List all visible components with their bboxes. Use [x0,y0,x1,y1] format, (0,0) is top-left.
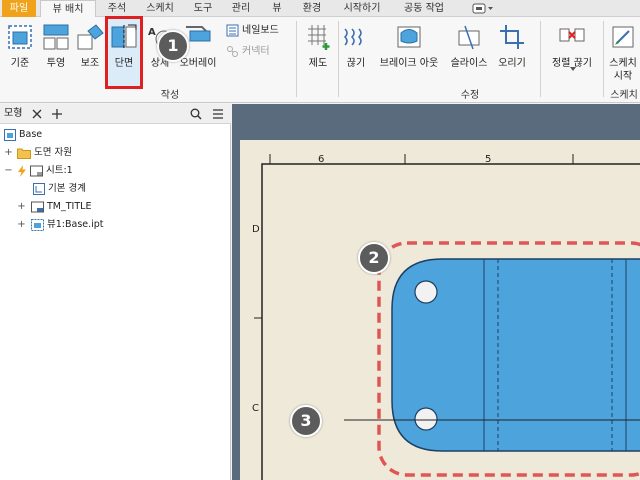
auxiliary-view-icon [77,24,104,50]
tree-item-label: 뷰1:Base.ipt [47,219,104,230]
draft-view-icon [308,25,330,50]
modify-panel-label: 수정 [460,90,480,101]
sheet-icon [30,165,43,176]
slice-icon [458,25,480,50]
part-hole [414,280,438,304]
tab-file[interactable]: 파일 [2,0,36,17]
browser-title: 모형 [4,108,23,119]
border-icon [33,182,45,195]
break-label: 끊기 [346,58,366,69]
projected-view-icon [43,24,69,50]
tree-item-label: Base [19,129,43,140]
ribbon-separator [540,21,541,97]
auxiliary-view-label: 보조 [80,58,100,69]
align-break-button[interactable]: 정렬 끊기 [544,17,600,87]
expand-toggle[interactable]: + [17,217,26,233]
tab-place-views[interactable]: 뷰 배치 [40,0,96,18]
start-sketch-button[interactable]: 스케치 시작 [606,17,640,87]
folder-icon [17,148,31,159]
connector-button[interactable]: 커넥터 [226,44,270,59]
ribbon-separator [296,21,297,97]
tab-view[interactable]: 뷰 [264,0,290,17]
nailboard-label: 네일보드 [242,25,279,36]
crop-label: 오리기 [498,58,526,69]
slice-label: 슬라이스 [450,58,488,69]
drawing-canvas[interactable]: 6 5 D C 2 3 [232,104,640,480]
part-hole [414,407,438,431]
break-button[interactable]: 끊기 [341,17,371,87]
view-icon [31,218,44,231]
model-browser: 모형 Base + 도면 자원 − 시트:1 기본 경계 + TM_TITLE … [0,104,231,480]
callout-1: 1 [157,30,189,62]
align-break-icon [559,28,585,42]
ribbon-toggle-icon[interactable] [472,3,494,14]
tab-sketch[interactable]: 스케치 [138,0,182,17]
zone-label-left-c: C [252,403,259,414]
projected-view-label: 투영 [46,58,66,69]
ribbon: 기준 투영 보조 단면 A 상세 오버레이 1 네일보드 커넥터 작성 제도 끊… [0,16,640,103]
browser-header: 모형 [0,104,231,124]
svg-text:A: A [148,27,156,38]
section-view-button[interactable]: 단면 [105,16,143,89]
section-view-icon [111,24,137,49]
tab-collaborate[interactable]: 공동 작업 [394,0,454,17]
tree-item-title-block[interactable]: TM_TITLE [31,199,91,215]
draft-view-label: 제도 [308,58,328,69]
tree-item-sheet-1[interactable]: 시트:1 [17,163,73,179]
crop-button[interactable]: 오리기 [494,17,530,87]
crop-icon [500,25,524,49]
lightning-icon [18,164,26,177]
chevron-down-icon [570,67,576,71]
slice-button[interactable]: 슬라이스 [446,17,492,87]
breakout-icon [397,26,421,48]
tab-annotate[interactable]: 주석 [100,0,134,17]
close-icon[interactable] [32,109,42,119]
connector-icon [227,45,238,57]
tree-item-label: 시트:1 [46,165,73,176]
start-sketch-label-2: 시작 [613,71,633,82]
add-icon[interactable] [52,109,62,119]
tree-item-drawing-resources[interactable]: 도면 자원 [17,145,72,161]
drawing-icon [4,128,16,141]
zone-label-top-5: 5 [485,154,491,165]
tab-manage[interactable]: 관리 [224,0,258,17]
break-icon [343,28,362,46]
tree-item-label: 도면 자원 [34,147,72,158]
nailboard-button[interactable]: 네일보드 [226,23,279,38]
collapse-toggle[interactable]: − [4,163,13,179]
breakout-label: 브레이크 아웃 [379,58,439,69]
ribbon-tab-bar: 파일 뷰 배치 주석 스케치 도구 관리 뷰 환경 시작하기 공동 작업 [0,0,640,18]
base-view-button[interactable]: 기준 [4,17,36,87]
start-sketch-icon [612,26,634,48]
base-view-icon [8,25,32,49]
search-icon[interactable] [190,108,202,120]
zone-label-top-6: 6 [318,154,324,165]
auxiliary-view-button[interactable]: 보조 [74,17,106,87]
tree-item-view-1[interactable]: 뷰1:Base.ipt [31,217,104,233]
expand-toggle[interactable]: + [17,199,26,215]
tab-get-started[interactable]: 시작하기 [334,0,390,17]
title-block-icon [31,201,44,212]
tab-environments[interactable]: 환경 [294,0,330,17]
expand-toggle[interactable]: + [4,145,13,161]
breakout-button[interactable]: 브레이크 아웃 [374,17,444,87]
tree-item-label: 기본 경계 [48,183,86,194]
sketch-panel-label: 스케치 [610,90,638,101]
ribbon-separator [338,21,339,97]
callout-3: 3 [290,405,322,437]
connector-label: 커넥터 [242,46,270,57]
tree-item-default-border[interactable]: 기본 경계 [33,181,86,197]
zone-label-left-d: D [252,224,260,235]
projected-view-button[interactable]: 투영 [40,17,72,87]
base-view-label: 기준 [10,58,30,69]
nailboard-icon [226,24,239,36]
tree-item-label: TM_TITLE [47,201,92,212]
tab-tools[interactable]: 도구 [186,0,220,17]
create-panel-label: 작성 [160,90,180,101]
callout-2: 2 [358,242,390,274]
tree-item-base[interactable]: Base [4,127,42,143]
menu-icon[interactable] [212,108,224,120]
draft-view-button[interactable]: 제도 [300,17,336,87]
section-view-label: 단면 [114,58,134,69]
